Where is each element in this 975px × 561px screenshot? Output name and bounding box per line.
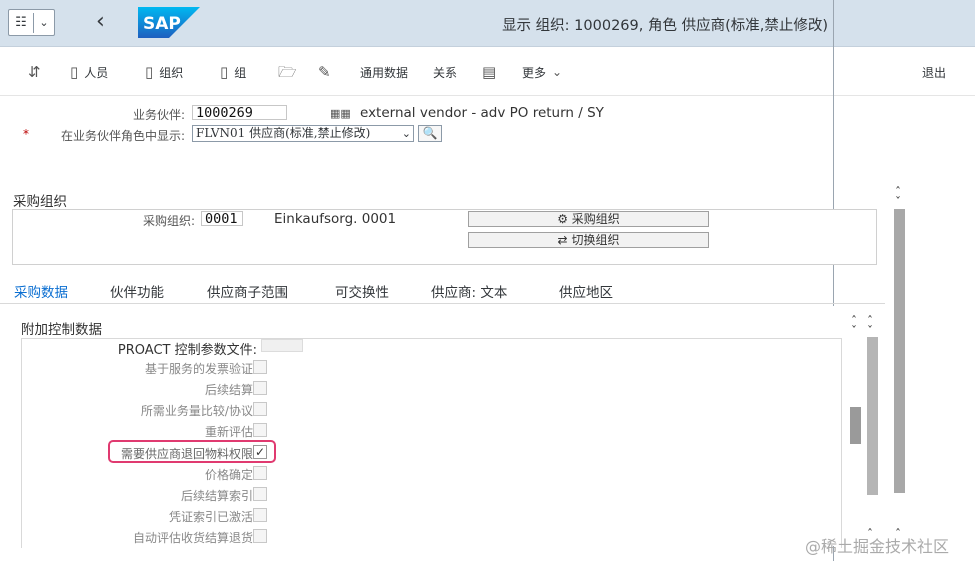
organization-icon: ▦▦ (330, 107, 351, 120)
tab-supply-region[interactable]: 供应地区 (559, 281, 613, 301)
watermark: @稀土掘金技术社区 (805, 537, 950, 556)
purch-org-label: 采购组织: (142, 214, 195, 228)
scroll-down-icon[interactable]: ˇ (867, 325, 873, 337)
toolbar: ⇵ ▯ 人员 ▯ 组织 ▯ 组 🗁 ✎ 通用数据 关系 ▤ 更多 ⌄ 退出 (0, 48, 975, 96)
settlement-index-checkbox[interactable] (253, 487, 267, 501)
tab-bar: 采购数据 伙伴功能 供应商子范围 可交换性 供应商: 文本 供应地区 (0, 272, 885, 311)
hierarchy-icon: ▤ (482, 63, 497, 81)
switch-org-button[interactable]: ⇄ 切换组织 (468, 232, 709, 248)
exit-button[interactable]: 退出 (922, 62, 946, 82)
required-mark: * (23, 127, 29, 141)
relationships-button[interactable]: 关系 (433, 62, 457, 82)
tab-purchasing-data[interactable]: 采购数据 (14, 281, 68, 311)
panel-title: 附加控制数据 (21, 322, 102, 338)
proact-field[interactable] (261, 339, 303, 352)
bp-description: external vendor - adv PO return / SY (360, 105, 604, 121)
organization-button[interactable]: ▯ 组织 (145, 62, 183, 82)
proact-label: PROACT 控制参数文件: (117, 343, 257, 358)
back-button[interactable]: ‹ (96, 10, 105, 34)
group-button[interactable]: ▯ 组 (220, 62, 246, 82)
scroll-down-icon[interactable]: ˇ (851, 325, 857, 337)
service-based-iv-checkbox[interactable] (253, 360, 267, 374)
field-label: 后续结算索引: (180, 489, 257, 503)
field-label: 所需业务量比较/协议: (140, 404, 257, 418)
document-icon: ▯ (220, 63, 229, 81)
field-label: 凭证索引已激活: (168, 510, 257, 524)
field-label: 自动评估收货结算退货: (132, 531, 257, 545)
field-label: 重新评估: (204, 425, 257, 439)
doc-index-active-checkbox[interactable] (253, 508, 267, 522)
field-label: 后续结算: (204, 383, 257, 397)
search-icon: 🔍 (422, 126, 438, 140)
org-select-icon: ⚙ (557, 212, 568, 226)
sap-logo: SAP (138, 7, 200, 38)
tab-partner-functions[interactable]: 伙伴功能 (110, 281, 164, 301)
purch-org-button[interactable]: ⚙ 采购组织 (468, 211, 709, 227)
switch-icon: ⇄ (557, 233, 568, 247)
command-menu-button[interactable]: ☷ ⌄ (8, 9, 55, 36)
subsequent-settlement-checkbox[interactable] (253, 381, 267, 395)
scroll-down-icon[interactable]: ˇ (895, 196, 901, 208)
inner-scrollbar[interactable] (867, 337, 878, 495)
more-button[interactable]: 更多 ⌄ (522, 62, 562, 82)
pen-icon: ✎ (318, 63, 331, 81)
hierarchy-button[interactable]: ▤ (482, 62, 496, 82)
general-data-button[interactable]: 通用数据 (360, 62, 408, 82)
svg-text:SAP: SAP (143, 14, 181, 34)
field-label: 价格确定: (204, 468, 257, 482)
bp-label: 业务伙伴: (132, 108, 185, 122)
person-button[interactable]: ▯ 人员 (70, 62, 108, 82)
inner-scrollbar-thumb[interactable] (850, 407, 861, 444)
purch-org-field[interactable]: 0001 (201, 211, 243, 226)
outer-scrollbar[interactable] (894, 209, 905, 493)
chevron-down-icon: ⌄ (401, 127, 411, 140)
ers-returns-checkbox[interactable] (253, 529, 267, 543)
price-determination-checkbox[interactable] (253, 466, 267, 480)
switch-button[interactable]: ⇵ (28, 62, 41, 82)
role-label: 在业务伙伴角色中显示: (60, 129, 185, 143)
chevron-down-icon: ⌄ (39, 16, 49, 29)
bp-number-field[interactable]: 1000269 (192, 105, 287, 120)
title-bar: ☷ ⌄ ‹ SAP 显示 组织: 1000269, 角色 供应商(标准,禁止修改… (0, 0, 975, 47)
purch-org-section-title: 采购组织 (13, 194, 67, 210)
tab-interchangeability[interactable]: 可交换性 (335, 281, 389, 301)
tab-vendor-subrange[interactable]: 供应商子范围 (207, 281, 288, 301)
page-title: 显示 组织: 1000269, 角色 供应商(标准,禁止修改) (502, 18, 828, 34)
folder-open-icon: 🗁 (278, 63, 297, 81)
purch-org-description: Einkaufsorg. 0001 (274, 211, 397, 227)
volume-comparison-checkbox[interactable] (253, 402, 267, 416)
edit-button[interactable]: ✎ (318, 62, 331, 82)
revaluation-checkbox[interactable] (253, 423, 267, 437)
chevron-down-icon: ⌄ (552, 65, 563, 79)
field-label: 基于服务的发票验证: (144, 362, 257, 376)
document-icon: ▯ (145, 63, 154, 81)
tab-vendor-text[interactable]: 供应商: 文本 (431, 281, 507, 301)
role-select[interactable]: FLVN01 供应商(标准,禁止修改) ⌄ (192, 125, 414, 142)
switch-arrows-icon: ⇵ (28, 63, 41, 81)
highlight-annotation (108, 440, 276, 463)
open-button[interactable]: 🗁 (278, 62, 297, 82)
role-search-button[interactable]: 🔍 (418, 125, 442, 142)
document-icon: ▯ (70, 63, 79, 81)
menu-list-icon: ☷ (15, 15, 27, 30)
